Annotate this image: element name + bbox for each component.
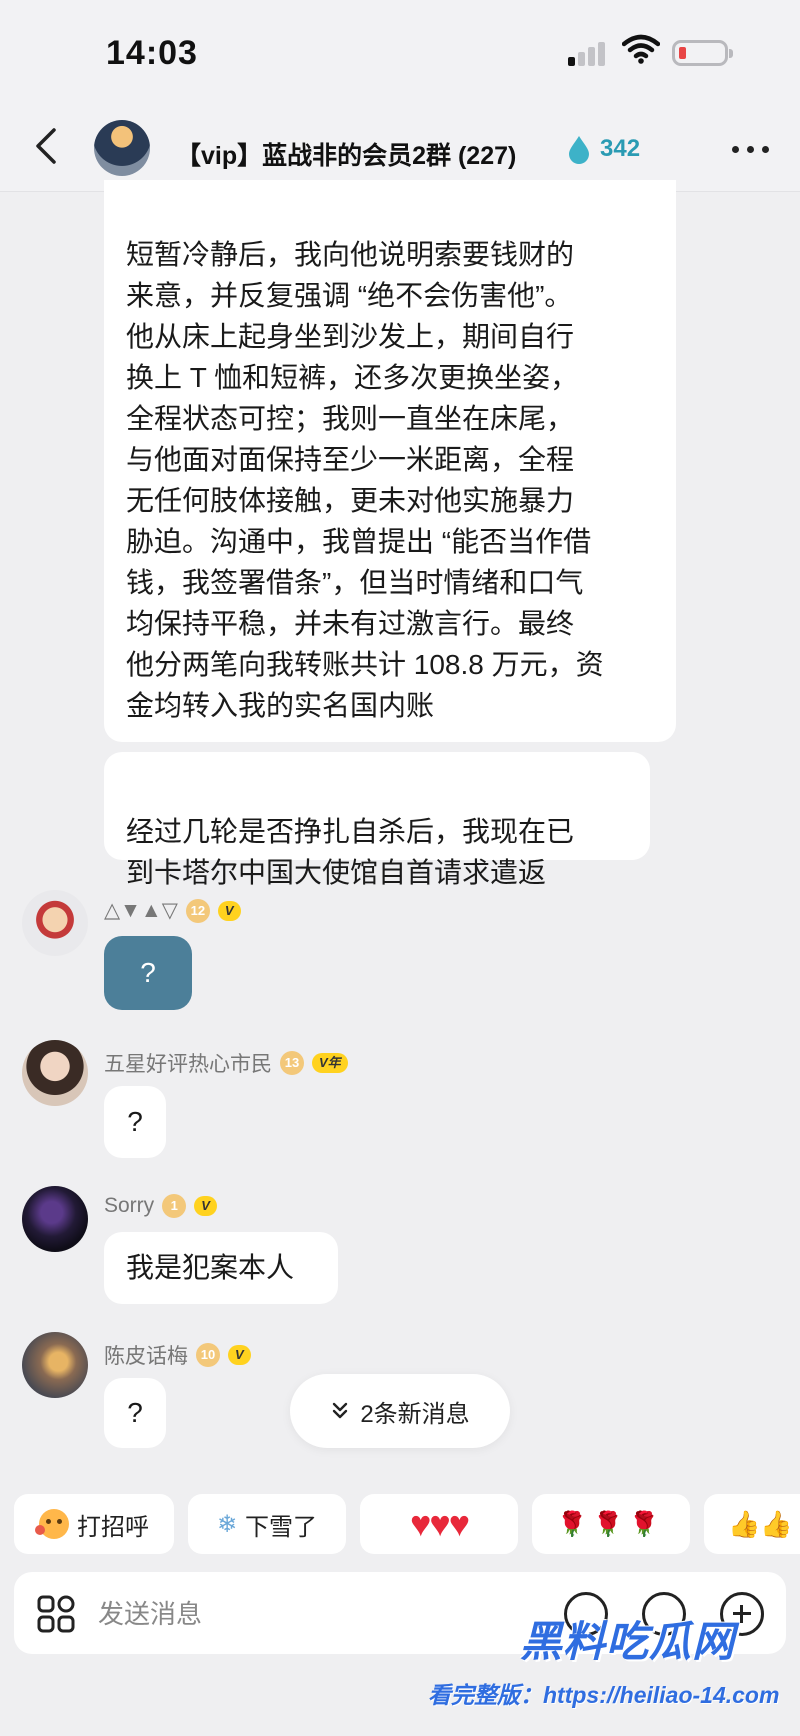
signal-icon [568,40,608,66]
quick-reply-roses[interactable]: 🌹🌹🌹 [532,1494,690,1554]
message-text: ? [140,957,156,988]
level-badge: 12 [185,898,210,923]
message-bubble[interactable]: ? [104,936,192,1010]
snowflake-icon: ❄ [216,1510,238,1538]
avatar[interactable] [22,1040,88,1106]
level-badge: 1 [162,1194,187,1218]
message-bubble-long[interactable]: 短暂冷静后，我向他说明索要钱财的 来意，并反复强调 “绝不会伤害他”。 他从床上… [104,180,676,742]
message-text: 我是犯案本人 [126,1252,295,1283]
thumbs-up-icon: 👍👍 [728,1508,793,1539]
quick-reply-snow[interactable]: ❄ 下雪了 [188,1494,346,1554]
watermark-logo: 黑料吃瓜网 [520,1618,736,1665]
message-bubble-followup[interactable]: 经过几轮是否挣扎自杀后，我现在已 到卡塔尔中国大使馆自首请求遣返 [104,752,650,888]
battery-icon [672,40,733,66]
chat-header: 【vip】蓝战非的会员2群 (227) 342 [0,100,800,192]
sender-row: △▼▲▽ 12 V [104,898,241,923]
vip-badge: V [217,900,241,921]
sender-name: Sorry [104,1194,155,1217]
chip-label: 下雪了 [245,1513,318,1541]
quick-reply-thumbs[interactable]: 👍👍 [704,1494,800,1554]
message-text: 短暂冷静后，我向他说明索要钱财的 来意，并反复强调 “绝不会伤害他”。 他从床上… [126,239,604,721]
message-bubble[interactable]: 我是犯案本人 [104,1232,338,1304]
level-badge: 13 [280,1051,304,1075]
hearts-icon: ♥♥♥ [409,1503,470,1544]
level-badge: 10 [196,1343,220,1367]
message-input[interactable]: 发送消息 [98,1594,202,1631]
sender-name: 五星好评热心市民 [104,1053,272,1076]
message-text: 经过几轮是否挣扎自杀后，我现在已 到卡塔尔中国大使馆自首请求遣返 [126,816,575,888]
fire-count: 342 [600,135,641,162]
message-bubble[interactable]: ? [104,1378,166,1448]
status-bar: 14:03 [0,0,800,100]
sender-row: 五星好评热心市民 13 V年 [104,1048,348,1078]
double-chevron-down-icon [333,1402,348,1419]
back-arrow-icon[interactable] [28,124,68,168]
wifi-icon [622,34,660,64]
new-messages-button[interactable]: 2条新消息 [290,1374,510,1448]
vip-badge: V [228,1345,251,1365]
sender-row: Sorry 1 V [104,1194,217,1218]
quick-reply-row: 打招呼 ❄ 下雪了 ♥♥♥ 🌹🌹🌹 👍👍 [0,1480,800,1562]
vip-badge: V [194,1196,217,1216]
message-text: ? [127,1106,143,1137]
water-drop-icon [569,136,589,164]
apps-grid-icon[interactable] [36,1594,76,1634]
sender-name: 陈皮话梅 [104,1345,188,1368]
message-text: ? [127,1397,143,1428]
new-messages-label: 2条新消息 [360,1400,470,1428]
roses-icon: 🌹🌹🌹 [557,1510,665,1538]
quick-reply-hearts[interactable]: ♥♥♥ [360,1494,518,1554]
sender-name: △▼▲▽ [104,899,178,922]
more-icon[interactable] [732,146,772,154]
quick-reply-greet[interactable]: 打招呼 [14,1494,174,1554]
wave-face-icon [35,1509,69,1539]
sender-row: 陈皮话梅 10 V [104,1340,251,1370]
group-avatar[interactable] [94,120,150,176]
chip-label: 打招呼 [77,1513,149,1541]
vip-badge: V年 [312,1053,348,1073]
message-bubble[interactable]: ? [104,1086,166,1158]
watermark-url: 看完整版：https://heiliao-14.com [428,1682,780,1708]
avatar[interactable] [22,1186,88,1252]
avatar[interactable] [22,890,88,956]
group-title[interactable]: 【vip】蓝战非的会员2群 (227) [176,136,516,172]
avatar[interactable] [22,1332,88,1398]
status-time: 14:03 [106,34,198,72]
